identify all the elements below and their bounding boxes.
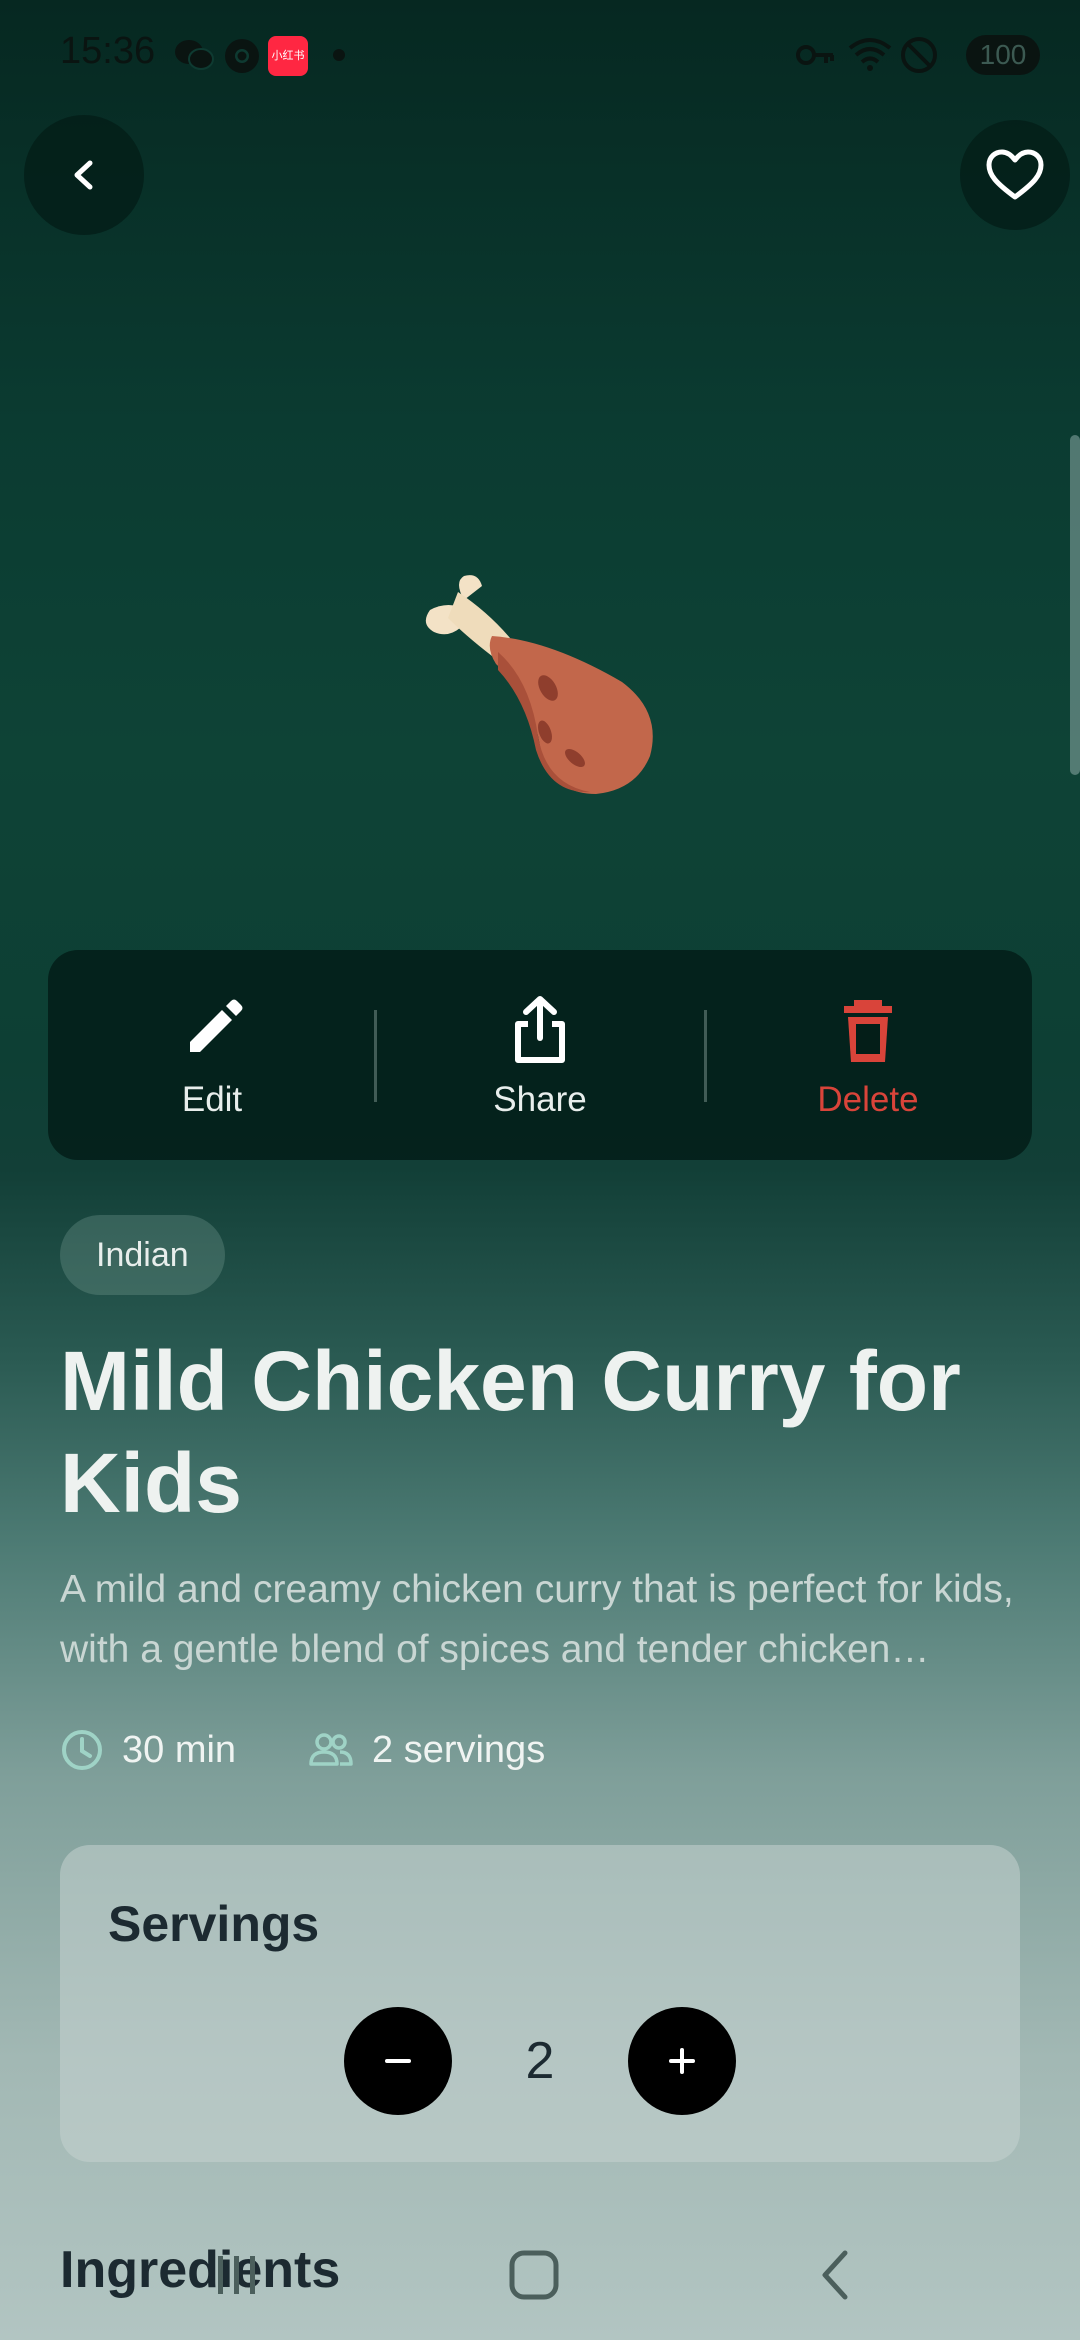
clock-icon <box>62 1730 102 1770</box>
scrollbar[interactable] <box>1070 435 1080 775</box>
servings-card-title: Servings <box>108 1896 320 1952</box>
chicken-leg-icon <box>425 575 653 794</box>
cuisine-tag[interactable]: Indian <box>60 1215 225 1295</box>
minus-icon <box>385 2059 411 2063</box>
back-button[interactable] <box>24 115 144 235</box>
people-icon <box>309 1733 353 1766</box>
cook-time: 30 min <box>60 1725 236 1775</box>
edit-button[interactable]: Edit <box>48 950 376 1160</box>
wechat-icon <box>175 40 214 70</box>
home-button[interactable] <box>494 2240 574 2310</box>
decrease-servings-button[interactable] <box>344 2007 452 2115</box>
dot-icon <box>333 49 345 61</box>
recipe-description: A mild and creamy chicken curry that is … <box>60 1568 1014 1671</box>
favorite-button[interactable] <box>960 120 1070 230</box>
trash-icon <box>844 1000 892 1062</box>
vpn-key-icon <box>796 45 834 65</box>
plus-icon <box>669 2048 695 2074</box>
share-label: Share <box>493 1080 587 1119</box>
system-back-button[interactable] <box>796 2240 876 2310</box>
share-button[interactable]: Share <box>376 950 704 1160</box>
recent-apps-button[interactable] <box>196 2240 276 2310</box>
recent-apps-icon <box>218 2256 255 2294</box>
status-time: 15:36 <box>60 30 156 72</box>
servings-card: Servings 2 <box>60 1845 1020 2162</box>
do-not-disturb-icon <box>901 37 937 73</box>
xiaohongshu-badge-text: 小红书 <box>271 50 305 62</box>
servings-text: 2 servings <box>372 1728 546 1771</box>
share-icon <box>515 996 565 1063</box>
edit-label: Edit <box>181 1080 243 1119</box>
chevron-left-icon <box>74 160 93 190</box>
home-icon <box>509 2250 559 2300</box>
delete-button[interactable]: Delete <box>704 950 1032 1160</box>
heart-outline-icon <box>986 149 1044 200</box>
pencil-icon <box>190 999 243 1052</box>
delete-label: Delete <box>817 1080 919 1119</box>
battery-indicator: 100 <box>966 35 1040 75</box>
recipe-actions-bar: Edit Share Delete <box>48 950 1032 1160</box>
xiaohongshu-icon: 小红书 <box>268 36 308 76</box>
status-bar: 15:36 小红书 100 <box>0 0 1080 110</box>
back-icon <box>822 2250 848 2300</box>
servings-value: 2 <box>525 2032 555 2090</box>
recipe-title: Mild Chicken Curry for Kids <box>60 1334 961 1530</box>
cook-time-text: 30 min <box>122 1728 237 1771</box>
chrome-icon <box>225 39 259 73</box>
wifi-icon <box>848 38 892 71</box>
servings-info: 2 servings <box>308 1725 545 1775</box>
increase-servings-button[interactable] <box>628 2007 736 2115</box>
